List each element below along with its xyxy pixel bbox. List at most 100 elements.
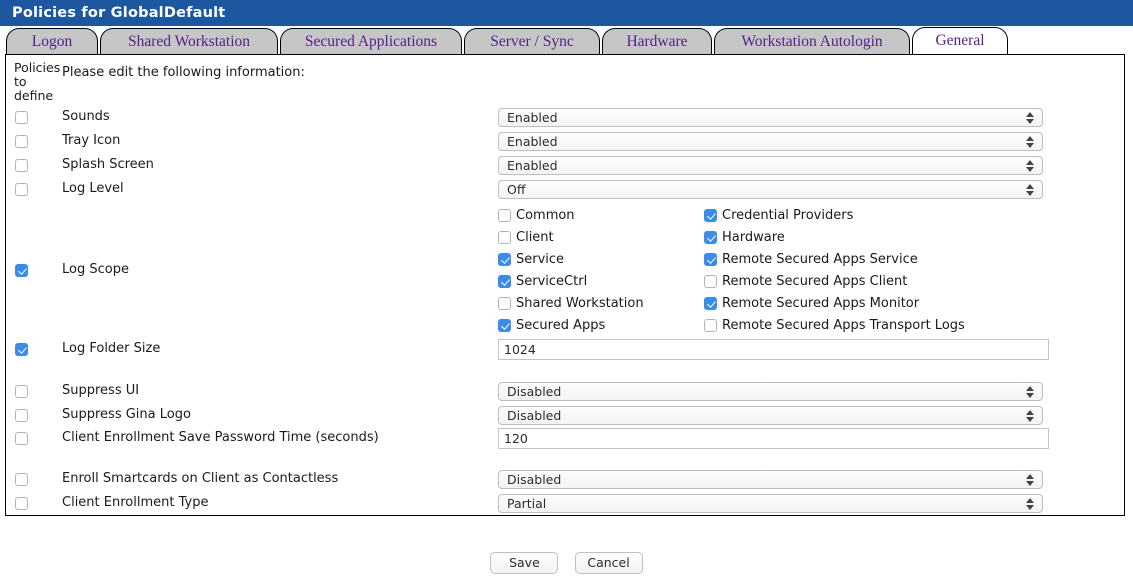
policy-row: Enroll Smartcards on Client as Contactle… bbox=[6, 469, 1124, 493]
policy-enable-checkbox[interactable] bbox=[15, 409, 31, 425]
checkbox-unchecked-icon[interactable] bbox=[498, 209, 511, 222]
log-scope-option[interactable]: Hardware bbox=[704, 230, 785, 246]
policy-label: Suppress UI bbox=[62, 383, 140, 398]
checkbox-unchecked-icon[interactable] bbox=[15, 111, 28, 124]
log-scope-option[interactable]: Credential Providers bbox=[704, 208, 853, 224]
select-arrows-icon bbox=[1026, 158, 1035, 174]
policy-enable-checkbox[interactable] bbox=[15, 497, 31, 513]
policy-row: Suppress Gina Logo Disabled bbox=[6, 405, 1124, 429]
select-arrows-icon bbox=[1026, 496, 1035, 512]
policies-to-define-header: Policies to define bbox=[14, 60, 61, 103]
select-arrows-icon bbox=[1026, 384, 1035, 400]
log-scope-option[interactable]: Remote Secured Apps Monitor bbox=[704, 296, 919, 312]
checkbox-checked-icon[interactable] bbox=[704, 253, 717, 266]
log-scope-option-label: Remote Secured Apps Client bbox=[722, 274, 908, 289]
checkbox-unchecked-icon[interactable] bbox=[15, 473, 28, 486]
select-value: Disabled bbox=[507, 408, 562, 423]
checkbox-unchecked-icon[interactable] bbox=[15, 135, 28, 148]
tab-shared-workstation[interactable]: Shared Workstation bbox=[100, 28, 278, 54]
log-scope-option[interactable]: Secured Apps bbox=[498, 318, 605, 334]
checkbox-checked-icon[interactable] bbox=[498, 275, 511, 288]
policy-value-select[interactable]: Enabled bbox=[498, 156, 1043, 175]
policy-row: Client Enrollment Save Password Time (se… bbox=[6, 428, 1124, 452]
log-scope-option-label: Credential Providers bbox=[722, 208, 854, 223]
log-scope-option[interactable]: Remote Secured Apps Service bbox=[704, 252, 918, 268]
log-scope-option-label: ServiceCtrl bbox=[516, 274, 588, 289]
policy-enable-checkbox[interactable] bbox=[15, 135, 31, 151]
checkbox-unchecked-icon[interactable] bbox=[15, 432, 28, 445]
policy-value-select[interactable]: Off bbox=[498, 180, 1043, 199]
policy-value-select[interactable]: Partial bbox=[498, 494, 1043, 513]
policy-value-select[interactable]: Disabled bbox=[498, 382, 1043, 401]
checkbox-unchecked-icon[interactable] bbox=[704, 319, 717, 332]
policy-row: Tray Icon Enabled bbox=[6, 131, 1124, 155]
select-arrows-icon bbox=[1026, 110, 1035, 126]
tab-secured-applications[interactable]: Secured Applications bbox=[280, 28, 462, 54]
checkbox-checked-icon[interactable] bbox=[704, 209, 717, 222]
policy-label: Splash Screen bbox=[62, 157, 154, 172]
cancel-button[interactable]: Cancel bbox=[574, 552, 643, 574]
tab-general[interactable]: General bbox=[912, 27, 1008, 54]
tab-workstation-autologin[interactable]: Workstation Autologin bbox=[714, 28, 910, 54]
policy-value-input[interactable]: 120 bbox=[498, 428, 1049, 449]
log-scope-option-label: Remote Secured Apps Transport Logs bbox=[722, 318, 965, 333]
policy-enable-checkbox[interactable] bbox=[15, 343, 31, 359]
tab-strip: Logon Shared Workstation Secured Applicati… bbox=[0, 26, 1133, 54]
log-scope-option[interactable]: Service bbox=[498, 252, 564, 268]
policy-label: Client Enrollment Type bbox=[62, 495, 209, 510]
policy-value-select[interactable]: Enabled bbox=[498, 132, 1043, 151]
policy-row: Suppress UI Disabled bbox=[6, 381, 1124, 405]
select-value: Enabled bbox=[507, 134, 558, 149]
tab-hardware[interactable]: Hardware bbox=[602, 28, 712, 54]
window-title-bar: Policies for GlobalDefault bbox=[0, 0, 1133, 26]
checkbox-unchecked-icon[interactable] bbox=[15, 159, 28, 172]
log-scope-option[interactable]: ServiceCtrl bbox=[498, 274, 587, 290]
policy-enable-checkbox[interactable] bbox=[15, 159, 31, 175]
instruction-text: Please edit the following information: bbox=[62, 65, 305, 80]
checkbox-unchecked-icon[interactable] bbox=[15, 385, 28, 398]
policy-enable-checkbox[interactable] bbox=[15, 111, 31, 127]
policy-value-select[interactable]: Disabled bbox=[498, 470, 1043, 489]
log-scope-option[interactable]: Remote Secured Apps Client bbox=[704, 274, 907, 290]
checkbox-checked-icon[interactable] bbox=[15, 264, 28, 277]
policy-row: Log Folder Size 1024 bbox=[6, 339, 1124, 363]
select-value: Disabled bbox=[507, 384, 562, 399]
log-scope-option[interactable]: Remote Secured Apps Transport Logs bbox=[704, 318, 965, 334]
save-button[interactable]: Save bbox=[490, 552, 559, 574]
policy-enable-checkbox[interactable] bbox=[15, 264, 31, 280]
select-value: Disabled bbox=[507, 472, 562, 487]
checkbox-unchecked-icon[interactable] bbox=[15, 409, 28, 422]
checkbox-unchecked-icon[interactable] bbox=[498, 231, 511, 244]
policy-row: Sounds Enabled bbox=[6, 107, 1124, 131]
select-arrows-icon bbox=[1026, 182, 1035, 198]
log-scope-option[interactable]: Common bbox=[498, 208, 575, 224]
policy-label: Sounds bbox=[62, 109, 110, 124]
select-value: Enabled bbox=[507, 110, 558, 125]
select-arrows-icon bbox=[1026, 472, 1035, 488]
checkbox-unchecked-icon[interactable] bbox=[498, 297, 511, 310]
select-arrows-icon bbox=[1026, 408, 1035, 424]
checkbox-checked-icon[interactable] bbox=[498, 253, 511, 266]
policy-enable-checkbox[interactable] bbox=[15, 183, 31, 199]
policy-label: Client Enrollment Save Password Time (se… bbox=[62, 430, 379, 445]
policy-enable-checkbox[interactable] bbox=[15, 473, 31, 489]
tab-logon[interactable]: Logon bbox=[6, 28, 98, 54]
page-title: Policies for GlobalDefault bbox=[12, 5, 226, 21]
log-scope-option[interactable]: Client bbox=[498, 230, 554, 246]
policy-value-input[interactable]: 1024 bbox=[498, 339, 1049, 360]
checkbox-checked-icon[interactable] bbox=[498, 319, 511, 332]
footer-actions: Save Cancel bbox=[0, 552, 1133, 574]
policy-value-select[interactable]: Disabled bbox=[498, 406, 1043, 425]
checkbox-checked-icon[interactable] bbox=[15, 343, 28, 356]
tab-server-sync[interactable]: Server / Sync bbox=[464, 28, 600, 54]
policy-label: Suppress Gina Logo bbox=[62, 407, 191, 422]
policy-enable-checkbox[interactable] bbox=[15, 432, 31, 448]
checkbox-unchecked-icon[interactable] bbox=[704, 275, 717, 288]
checkbox-unchecked-icon[interactable] bbox=[15, 497, 28, 510]
checkbox-checked-icon[interactable] bbox=[704, 297, 717, 310]
checkbox-checked-icon[interactable] bbox=[704, 231, 717, 244]
checkbox-unchecked-icon[interactable] bbox=[15, 183, 28, 196]
policy-enable-checkbox[interactable] bbox=[15, 385, 31, 401]
policy-value-select[interactable]: Enabled bbox=[498, 108, 1043, 127]
log-scope-option[interactable]: Shared Workstation bbox=[498, 296, 644, 312]
